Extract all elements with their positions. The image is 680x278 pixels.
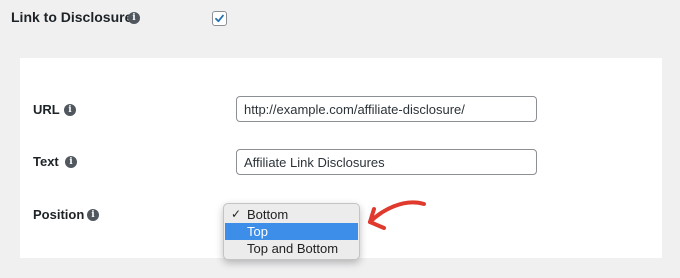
position-option-top-and-bottom[interactable]: Top and Bottom xyxy=(225,240,358,257)
selected-check-icon: ✓ xyxy=(231,207,242,221)
info-icon[interactable]: i xyxy=(87,209,99,221)
url-label: URL xyxy=(33,102,60,117)
url-input[interactable] xyxy=(236,96,537,122)
position-option-top[interactable]: Top xyxy=(225,223,358,240)
text-label: Text xyxy=(33,154,59,169)
checkmark-icon xyxy=(215,14,224,23)
position-dropdown-menu[interactable]: ✓ Bottom Top Top and Bottom xyxy=(223,203,360,260)
position-option-label: Bottom xyxy=(247,207,289,222)
info-icon[interactable]: i xyxy=(64,104,76,116)
link-to-disclosures-row: Link to Disclosures i xyxy=(0,0,680,48)
link-to-disclosures-label: Link to Disclosures xyxy=(11,9,141,25)
position-option-bottom[interactable]: ✓ Bottom xyxy=(225,206,358,223)
position-label: Position xyxy=(33,207,85,222)
red-arrow-annotation-icon xyxy=(368,200,426,230)
position-option-label: Top xyxy=(247,224,268,239)
position-option-label: Top and Bottom xyxy=(247,241,339,256)
text-input[interactable] xyxy=(236,149,537,175)
link-to-disclosures-checkbox[interactable] xyxy=(212,11,227,26)
info-icon[interactable]: i xyxy=(128,12,140,24)
info-icon[interactable]: i xyxy=(65,156,77,168)
